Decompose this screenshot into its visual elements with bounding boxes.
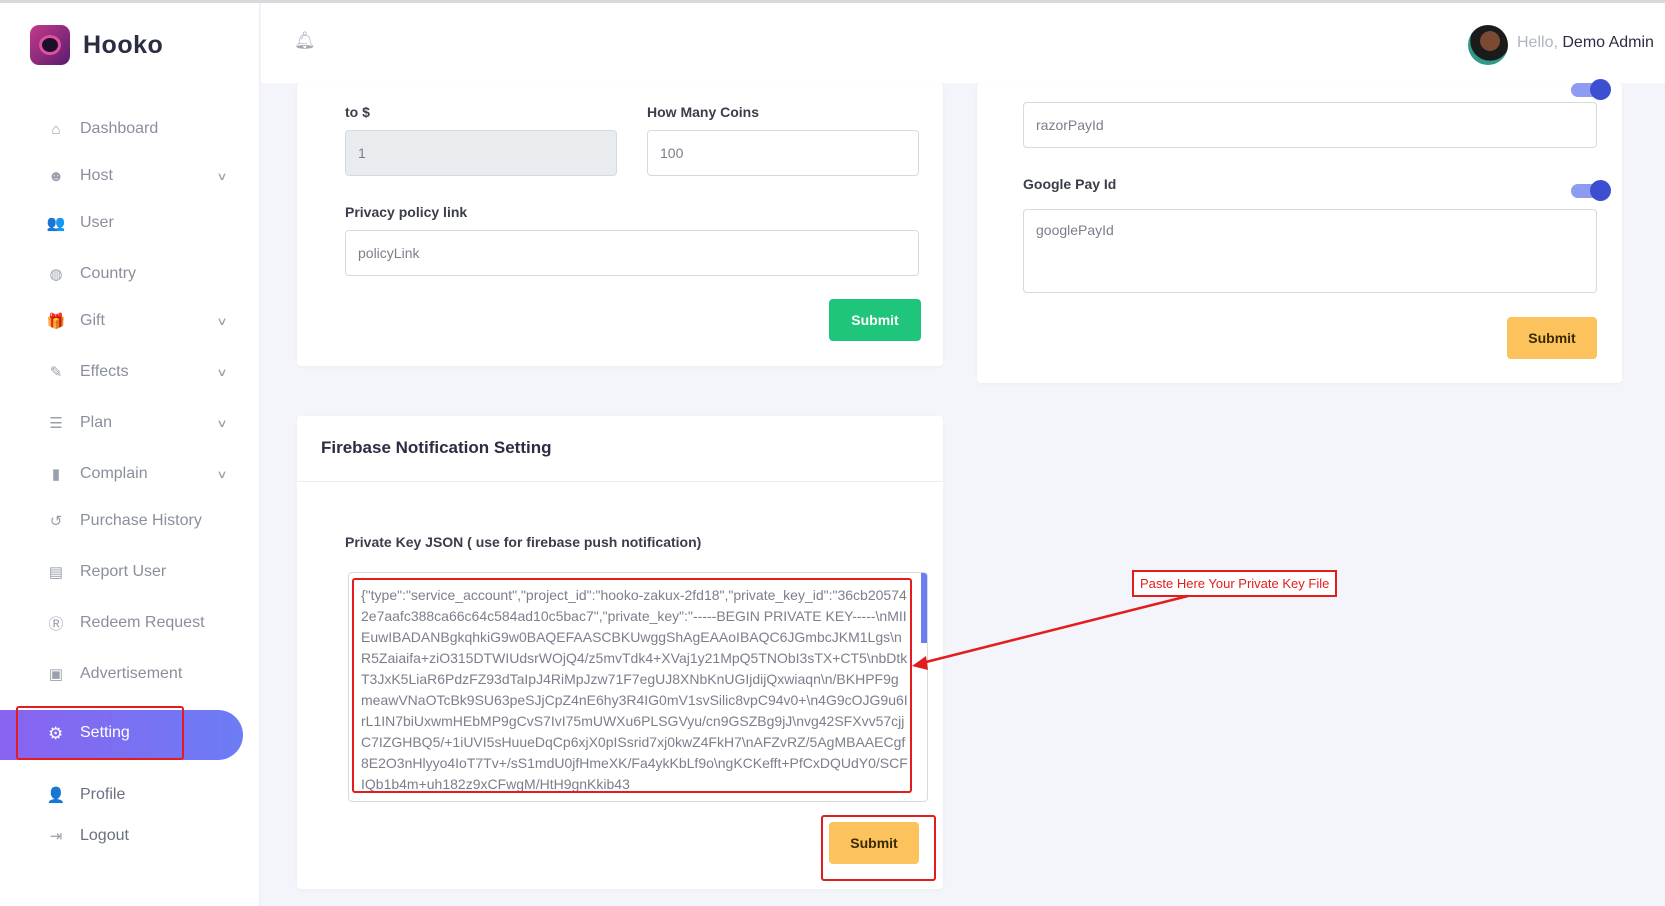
sidebar-item-label: Logout: [80, 827, 129, 844]
textarea-scrollbar[interactable]: [921, 573, 927, 643]
sidebar-item-effects[interactable]: ✎ Effects ∨: [0, 352, 260, 392]
sidebar-item-label: Complain: [80, 465, 148, 482]
smiley-icon: ☻: [48, 167, 64, 185]
payment-settings-card: razorPayId Google Pay Id googlePayId Sub…: [977, 79, 1622, 383]
sidebar-item-label: Host: [80, 167, 113, 184]
submit-highlight-box: [821, 815, 936, 881]
sidebar-item-label: User: [80, 214, 114, 231]
sidebar-item-label: Report User: [80, 563, 167, 580]
user-name: Demo Admin: [1562, 34, 1654, 51]
sidebar-item-dashboard[interactable]: ⌂ Dashboard: [0, 109, 260, 149]
submit-button[interactable]: Submit: [829, 299, 921, 341]
razorpay-toggle[interactable]: [1571, 79, 1611, 100]
sidebar-item-gift[interactable]: 🎁 Gift ∨: [0, 301, 260, 341]
sidebar-item-label: Effects: [80, 363, 129, 380]
sidebar-item-label: Dashboard: [80, 120, 159, 137]
globe-icon: ◍: [49, 266, 63, 283]
sidebar-item-label: Profile: [80, 786, 126, 803]
gift-icon: 🎁: [46, 313, 66, 330]
sidebar-item-label: Redeem Request: [80, 614, 205, 631]
avatar[interactable]: [1468, 25, 1508, 65]
razorpay-id-field[interactable]: razorPayId: [1023, 102, 1597, 148]
magic-wand-icon: ✎: [49, 364, 63, 381]
submit-button[interactable]: Submit: [1507, 317, 1597, 359]
google-pay-toggle[interactable]: [1571, 180, 1611, 201]
user-icon: 👤: [46, 787, 66, 804]
brand[interactable]: Hooko: [30, 25, 163, 65]
privacy-policy-label: Privacy policy link: [345, 204, 468, 220]
to-label: to $: [345, 104, 370, 120]
sidebar-item-label: Gift: [80, 312, 105, 329]
coin-settings-card: to $ 1 How Many Coins 100 Privacy policy…: [297, 83, 943, 366]
sidebar-item-country[interactable]: ◍ Country: [0, 254, 260, 294]
privacy-policy-field[interactable]: policyLink: [345, 230, 919, 276]
google-pay-id-field[interactable]: googlePayId: [1023, 209, 1597, 293]
coins-field[interactable]: 100: [647, 130, 919, 176]
coins-label: How Many Coins: [647, 104, 760, 120]
sidebar-item-plan[interactable]: ☰ Plan ∨: [0, 403, 260, 443]
sidebar-item-label: Purchase History: [80, 512, 202, 529]
history-icon: ↺: [49, 513, 63, 530]
clipboard-icon: ▮: [51, 466, 61, 483]
to-amount-field[interactable]: 1: [345, 130, 617, 176]
paste-key-callout: Paste Here Your Private Key File: [1132, 570, 1338, 597]
brand-logo-icon: [30, 25, 70, 65]
user-greeting[interactable]: Hello, Demo Admin: [1517, 34, 1654, 52]
registered-icon: Ⓡ: [48, 615, 64, 633]
sidebar-item-redeem-request[interactable]: Ⓡ Redeem Request: [0, 603, 260, 643]
sidebar-item-profile[interactable]: 👤 Profile: [0, 775, 260, 815]
setting-highlight-box: [16, 706, 184, 760]
sidebar-item-label: Plan: [80, 414, 113, 431]
sidebar-item-complain[interactable]: ▮ Complain ∨: [0, 454, 260, 494]
ad-icon: ▣: [48, 666, 64, 683]
sidebar-item-label: Country: [80, 265, 137, 282]
json-highlight-box: [352, 578, 912, 793]
brand-name: Hooko: [83, 30, 164, 59]
sidebar: Hooko ⌂ Dashboard ☻ Host ∨ 👥 User ◍ Country 🎁 Gift…: [0, 3, 260, 906]
chevron-down-icon[interactable]: ∨: [216, 366, 227, 379]
list-icon: ☰: [49, 415, 63, 432]
id-card-icon: ▤: [48, 564, 64, 581]
chevron-down-icon[interactable]: ∨: [216, 315, 227, 328]
google-pay-label: Google Pay Id: [1023, 176, 1117, 192]
top-header: 🔔︎ Hello, Demo Admin: [261, 3, 1665, 83]
sidebar-item-report-user[interactable]: ▤ Report User: [0, 552, 260, 592]
card-divider: [297, 481, 943, 482]
sidebar-item-advertisement[interactable]: ▣ Advertisement: [0, 654, 260, 694]
sidebar-item-host[interactable]: ☻ Host ∨: [0, 156, 260, 196]
sidebar-item-label: Advertisement: [80, 665, 183, 682]
chevron-down-icon[interactable]: ∨: [216, 170, 227, 183]
logout-icon: ⇥: [49, 828, 63, 845]
private-key-label: Private Key JSON ( use for firebase push…: [345, 534, 702, 550]
chevron-down-icon[interactable]: ∨: [216, 468, 227, 481]
chevron-down-icon[interactable]: ∨: [216, 417, 227, 430]
users-icon: 👥: [46, 215, 66, 232]
home-icon: ⌂: [51, 120, 61, 138]
sidebar-item-logout[interactable]: ⇥ Logout: [0, 816, 260, 856]
sidebar-item-purchase-history[interactable]: ↺ Purchase History: [0, 501, 260, 541]
firebase-title: Firebase Notification Setting: [321, 438, 552, 457]
greeting-text: Hello,: [1517, 34, 1558, 51]
bell-icon[interactable]: 🔔︎: [294, 31, 316, 51]
sidebar-item-user[interactable]: 👥 User: [0, 203, 260, 243]
